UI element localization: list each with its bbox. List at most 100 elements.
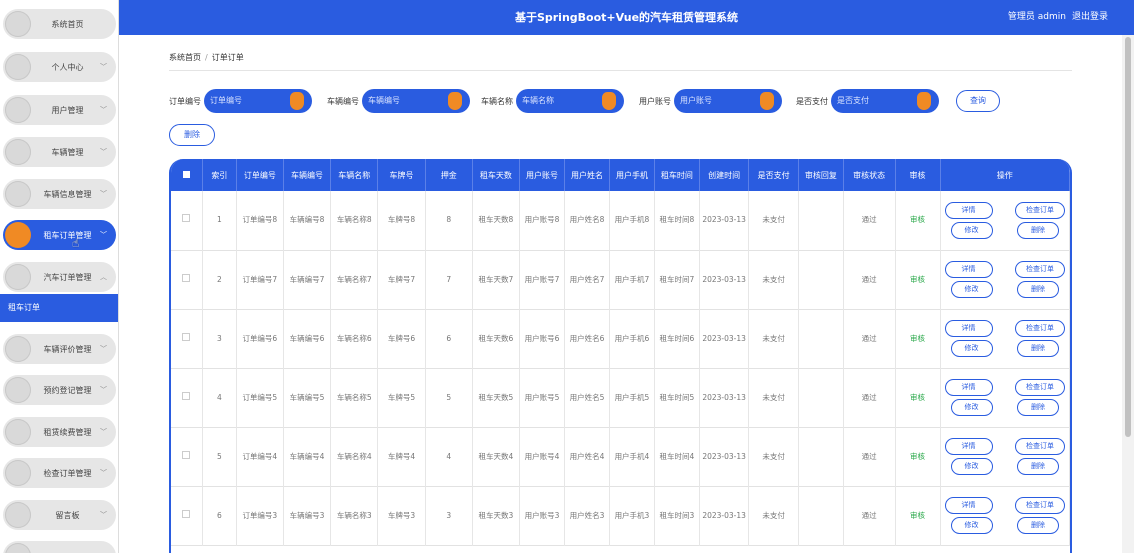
table-row: 4 订单编号5 车辆编号5 车辆名称5 车牌号5 5 租车天数5 用户账号5 用… [171,368,1070,427]
logout-link[interactable]: 退出登录 [1072,12,1108,22]
audit-link[interactable]: 审核 [895,427,941,486]
detail-button[interactable]: 详情 [944,497,993,514]
order-no-input[interactable]: 订单编号 [204,89,312,113]
edit-button[interactable]: 修改 [950,517,993,534]
cell-plate: 车牌号8 [377,191,426,250]
sidebar-item-car-orders[interactable]: 汽车订单管理 ︿ [3,262,116,292]
select-all-checkbox[interactable] [171,159,203,191]
sidebar-item-reservations[interactable]: 预约登记管理 ﹀ [3,375,116,405]
car-no-input[interactable]: 车辆编号 [362,89,470,113]
column-header[interactable]: 车牌号 [377,159,426,191]
cell-plate: 车牌号3 [377,486,426,545]
cell-created: 2023-03-13 [699,368,750,427]
audit-link[interactable]: 审核 [895,250,941,309]
chevron-down-icon: ﹀ [100,148,107,156]
check-order-button[interactable]: 检查订单 [1015,261,1065,278]
input-placeholder: 车辆编号 [368,96,400,105]
edit-button[interactable]: 修改 [950,340,993,357]
table-row: 5 订单编号4 车辆编号4 车辆名称4 车牌号4 4 租车天数4 用户账号4 用… [171,427,1070,486]
check-order-button[interactable]: 检查订单 [1015,201,1065,219]
column-header[interactable]: 租车天数 [472,159,521,191]
column-header[interactable]: 车辆编号 [283,159,332,191]
sidebar-item-car-info[interactable]: 车辆信息管理 ﹀ [3,179,116,209]
sidebar-item-more[interactable] [3,541,116,553]
column-header[interactable]: 车辆名称 [330,159,379,191]
delete-button[interactable]: 删除 [1017,458,1059,475]
breadcrumb-home[interactable]: 系统首页 [169,53,201,62]
input-knob-icon [290,92,304,110]
detail-button[interactable]: 详情 [944,261,993,278]
delete-button[interactable]: 删除 [1017,517,1059,534]
detail-button[interactable]: 详情 [944,320,993,337]
sidebar-item-users[interactable]: 用户管理 ﹀ [3,95,116,125]
edit-button[interactable]: 修改 [950,221,993,239]
sidebar-item-check-orders[interactable]: 检查订单管理 ﹀ [3,458,116,488]
detail-button[interactable]: 详情 [944,201,993,219]
column-header[interactable]: 审核回复 [798,159,844,191]
user-account-input[interactable]: 用户账号 [674,89,782,113]
scrollbar-thumb[interactable] [1125,37,1131,437]
row-checkbox[interactable] [171,486,203,545]
filter-label: 车辆名称 [481,96,513,106]
sidebar-item-renewals[interactable]: 租赁续费管理 ﹀ [3,417,116,447]
cell-rent-time: 租车时间7 [654,250,700,309]
audit-link[interactable]: 审核 [895,191,941,250]
row-checkbox[interactable] [171,191,203,250]
check-order-button[interactable]: 检查订单 [1015,320,1065,337]
audit-link[interactable]: 审核 [895,486,941,545]
cell-actions: 详情 检查订单 修改 删除 [940,427,1070,486]
sidebar-subitem-rental-order[interactable]: 租车订单 [0,294,118,322]
cell-order-no: 订单编号6 [236,309,284,368]
audit-link[interactable]: 审核 [895,368,941,427]
row-checkbox[interactable] [171,368,203,427]
row-checkbox[interactable] [171,427,203,486]
detail-button[interactable]: 详情 [944,379,993,396]
delete-button[interactable]: 删除 [1017,281,1059,298]
column-header[interactable]: 用户手机 [609,159,655,191]
column-header[interactable]: 用户姓名 [564,159,610,191]
edit-button[interactable]: 修改 [950,399,993,416]
cell-created: 2023-03-13 [699,309,750,368]
cell-status: 通过 [843,368,896,427]
car-name-input[interactable]: 车辆名称 [516,89,624,113]
edit-button[interactable]: 修改 [950,458,993,475]
sidebar-item-cars[interactable]: 车辆管理 ﹀ [3,137,116,167]
audit-link[interactable]: 审核 [895,309,941,368]
delete-button[interactable]: 删除 [1017,399,1059,416]
delete-button[interactable]: 删除 [1017,221,1059,239]
sidebar-item-message-board[interactable]: 留言板 ﹀ [3,500,116,530]
row-checkbox[interactable] [171,250,203,309]
sidebar-item-home[interactable]: 系统首页 [3,9,116,39]
column-header[interactable]: 审核状态 [843,159,896,191]
sidebar-item-label: 检查订单管理 [43,468,92,478]
sidebar-item-car-reviews[interactable]: 车辆评价管理 ﹀ [3,334,116,364]
menu-knob-icon [5,97,31,123]
input-placeholder: 用户账号 [680,96,712,105]
cell-deposit: 5 [425,368,473,427]
sidebar-item-profile[interactable]: 个人中心 ﹀ [3,52,116,82]
search-button[interactable]: 查询 [956,90,1000,112]
check-order-button[interactable]: 检查订单 [1015,438,1065,455]
paid-select[interactable]: 是否支付 [831,89,939,113]
check-order-button[interactable]: 检查订单 [1015,497,1065,514]
sidebar-item-label: 个人中心 [51,62,84,72]
cell-car-name: 车辆名称4 [330,427,379,486]
cell-paid: 未支付 [748,250,799,309]
sidebar-item-rental-orders[interactable]: 租车订单管理 ﹀ [3,220,116,250]
delete-button[interactable]: 删除 [1017,340,1059,357]
column-header[interactable]: 是否支付 [748,159,799,191]
edit-button[interactable]: 修改 [950,281,993,298]
column-header[interactable]: 创建时间 [699,159,750,191]
check-order-button[interactable]: 检查订单 [1015,379,1065,396]
cell-phone: 用户手机4 [609,427,655,486]
column-header[interactable]: 用户账号 [519,159,565,191]
row-checkbox[interactable] [171,309,203,368]
column-header[interactable]: 订单编号 [236,159,284,191]
filter-label: 车辆编号 [327,96,359,106]
column-header[interactable]: 租车时间 [654,159,700,191]
batch-delete-button[interactable]: 删除 [169,124,215,146]
column-header[interactable]: 押金 [425,159,473,191]
cell-account: 用户账号5 [519,368,565,427]
detail-button[interactable]: 详情 [944,438,993,455]
page-scrollbar[interactable] [1122,35,1134,553]
